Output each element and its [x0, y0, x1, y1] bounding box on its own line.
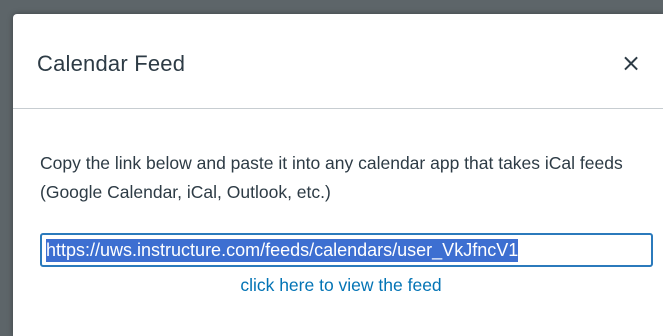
- instructions-text: Copy the link below and paste it into an…: [40, 153, 623, 202]
- close-button[interactable]: ×: [618, 49, 644, 77]
- feed-url-input[interactable]: https://uws.instructure.com/feeds/calend…: [40, 233, 653, 267]
- dialog-title: Calendar Feed: [37, 51, 186, 76]
- dialog-body: Copy the link below and paste it into an…: [13, 109, 663, 336]
- dialog-header: Calendar Feed ×: [13, 14, 663, 109]
- feed-url-selected-text: https://uws.instructure.com/feeds/calend…: [46, 238, 519, 262]
- view-feed-link[interactable]: click here to view the feed: [13, 273, 663, 297]
- calendar-feed-dialog: Calendar Feed × Copy the link below and …: [13, 14, 663, 336]
- close-icon: ×: [620, 49, 642, 77]
